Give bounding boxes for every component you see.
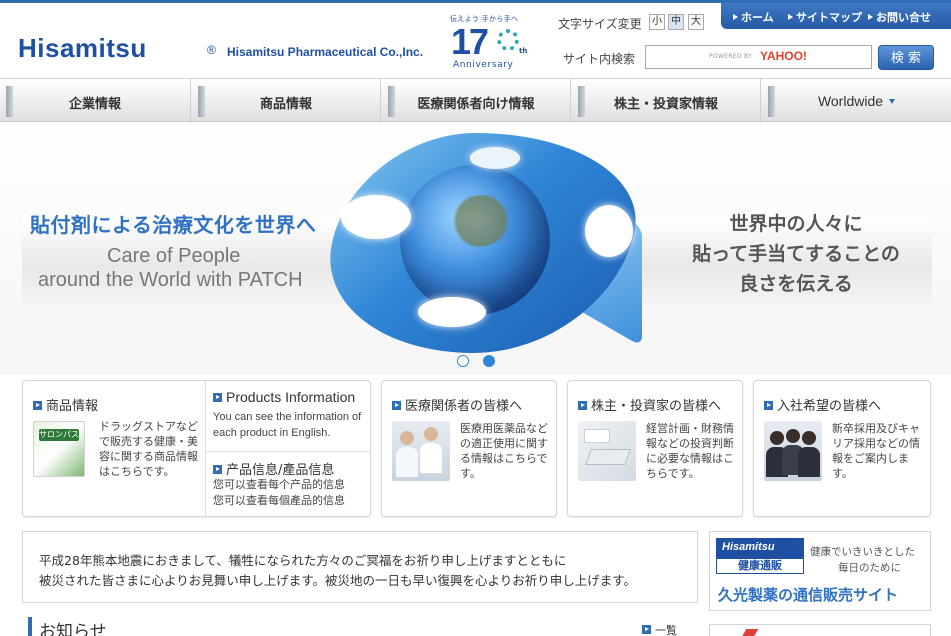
nav-medical-info[interactable]: 医療関係者向け情報 — [382, 79, 571, 123]
registered-mark: ® — [207, 43, 216, 57]
nav-corporate-info[interactable]: 企業情報 — [0, 79, 191, 123]
site-search-label: サイト内検索 — [563, 52, 636, 66]
cloud-image — [341, 195, 411, 239]
home-link[interactable]: ホーム — [733, 9, 774, 25]
font-size-large-button[interactable]: 大 — [688, 14, 704, 30]
search-input[interactable] — [645, 45, 872, 69]
earthquake-notice: 平成28年熊本地震におきまして、犠牲になられた方々のご冥福をお祈り申し上げますと… — [22, 531, 698, 603]
arrow-right-icon — [392, 401, 401, 410]
arrow-right-icon — [213, 465, 222, 474]
search-powered-by: POWERED BY — [709, 53, 753, 60]
doctors-image — [392, 421, 450, 481]
shop-main-copy: 久光製薬の通信販売サイト — [718, 586, 899, 604]
secondary-banner[interactable] — [709, 624, 931, 636]
hero-message-line-3: 良さを伝える — [739, 273, 853, 295]
news-title: お知らせ — [39, 622, 107, 636]
salonpas-label: サロンパス — [39, 429, 79, 441]
contact-link[interactable]: お問い合せ — [868, 9, 931, 25]
shop-logo-sub: 健康通販 — [716, 558, 804, 574]
main-nav: 企業情報 商品情報 医療関係者向け情報 株主・投資家情報 Worldwide — [0, 78, 951, 123]
products-card-title[interactable]: 商品情報 — [33, 395, 98, 414]
investors-card-title[interactable]: 株主・投資家の皆様へ — [578, 395, 721, 414]
arrow-right-icon — [733, 14, 738, 20]
arrow-right-icon — [213, 393, 222, 402]
medical-card[interactable]: 医療関係者の皆様へ 医療用医薬品などの適正使用に関する情報はこちらです。 — [381, 380, 557, 517]
products-english-title[interactable]: Products Information — [213, 389, 355, 405]
hero-headline: 貼付剤による治療文化を世界へ — [30, 213, 317, 237]
products-card-text: ドラッグストアなどで販売する健康・美容に関する商品情報はこちらです。 — [99, 420, 198, 478]
search-button[interactable]: 検 索 — [878, 45, 934, 70]
shop-logo-name: Hisamitsu — [722, 541, 775, 553]
utility-nav: ホーム サイトマップ お問い合せ — [721, 3, 951, 29]
recruit-card[interactable]: 入社希望の皆様へ 新卒採用及びキャリア採用などの情報をご案内します。 — [753, 380, 931, 517]
news-title-bar — [28, 617, 32, 636]
arrow-right-icon — [868, 14, 873, 20]
font-size-small-button[interactable]: 小 — [649, 14, 665, 30]
font-size-label: 文字サイズ変更 — [558, 17, 642, 31]
cloud-image — [470, 147, 520, 169]
employees-image — [764, 421, 822, 481]
anniversary-number: 17 — [451, 21, 489, 62]
font-size-medium-button[interactable]: 中 — [668, 14, 684, 30]
arrow-right-icon — [764, 401, 773, 410]
cloud-image — [418, 297, 486, 327]
keyboard-image — [578, 421, 636, 481]
shop-copy-2: 毎日のために — [838, 562, 901, 574]
recruit-card-text: 新卒採用及びキャリア採用などの情報をご案内します。 — [832, 422, 920, 480]
recruit-card-title[interactable]: 入社希望の皆様へ — [764, 395, 881, 414]
hero-banner[interactable]: 貼付剤による治療文化を世界へ Care of People around the… — [0, 123, 951, 375]
hisamitsu-shop-logo: Hisamitsu 健康通販 — [716, 538, 804, 574]
arrow-right-icon — [788, 14, 793, 20]
medical-card-text: 医療用医薬品などの適正使用に関する情報はこちらです。 — [460, 422, 548, 480]
online-shop-banner[interactable]: Hisamitsu 健康通販 健康でいきいきとした 毎日のために 久光製薬の通信… — [709, 531, 931, 611]
products-chinese-text: 您可以查看每个产品的信息 您可以查看每個產品的信息 — [213, 478, 345, 507]
slide-dot-2-active[interactable] — [483, 355, 495, 367]
hisamitsu-logo[interactable]: Hisamitsu — [18, 33, 147, 64]
slide-dot-1[interactable] — [457, 355, 469, 367]
medical-card-title[interactable]: 医療関係者の皆様へ — [392, 395, 522, 414]
products-card: 商品情報 サロンパス ドラッグストアなどで販売する健康・美容に関する商品情報はこ… — [22, 380, 371, 517]
anniversary-label: Anniversary — [453, 60, 514, 70]
investors-card[interactable]: 株主・投資家の皆様へ 経営計画・財務情報などの投資判断に必要な情報はこちらです。 — [567, 380, 743, 517]
nav-product-info[interactable]: 商品情報 — [192, 79, 381, 123]
news-more-link[interactable]: 一覧 — [642, 622, 677, 636]
company-name: Hisamitsu Pharmaceutical Co.,Inc. — [227, 45, 424, 59]
hero-english-line-1: Care of People — [107, 245, 241, 267]
sitemap-link[interactable]: サイトマップ — [788, 9, 862, 25]
dropdown-arrow-icon — [889, 99, 896, 104]
divider — [205, 381, 206, 516]
banner-mark-icon — [741, 629, 759, 636]
nav-worldwide[interactable]: Worldwide — [762, 79, 951, 123]
notice-line-1: 平成28年熊本地震におきまして、犠牲になられた方々のご冥福をお祈り申し上げますと… — [39, 553, 567, 568]
hero-english-line-2: around the World with PATCH — [38, 269, 303, 291]
arrow-right-icon — [642, 625, 651, 634]
hero-message-line-1: 世界中の人々に — [729, 213, 863, 235]
notice-line-2: 被災された皆さまに心よりお見舞い申し上げます。被災地の一日も早い復興を心よりお祈… — [39, 573, 637, 588]
divider — [206, 451, 371, 452]
shop-copy-1: 健康でいきいきとした — [810, 546, 915, 558]
products-chinese-title[interactable]: 产品信息/產品信息 — [213, 459, 334, 478]
products-english-text: You can see the information of each prod… — [213, 411, 362, 439]
nav-investor-info[interactable]: 株主・投資家情報 — [572, 79, 761, 123]
anniversary-ring-icon — [497, 29, 519, 51]
hero-message-line-2: 貼って手当てすることの — [692, 243, 900, 265]
cloud-image — [585, 205, 633, 257]
investors-card-text: 経営計画・財務情報などの投資判断に必要な情報はこちらです。 — [646, 422, 734, 480]
arrow-right-icon — [578, 401, 587, 410]
anniversary-suffix: th — [519, 47, 528, 55]
arrow-right-icon — [33, 401, 42, 410]
yahoo-logo: YAHOO! — [760, 49, 807, 63]
